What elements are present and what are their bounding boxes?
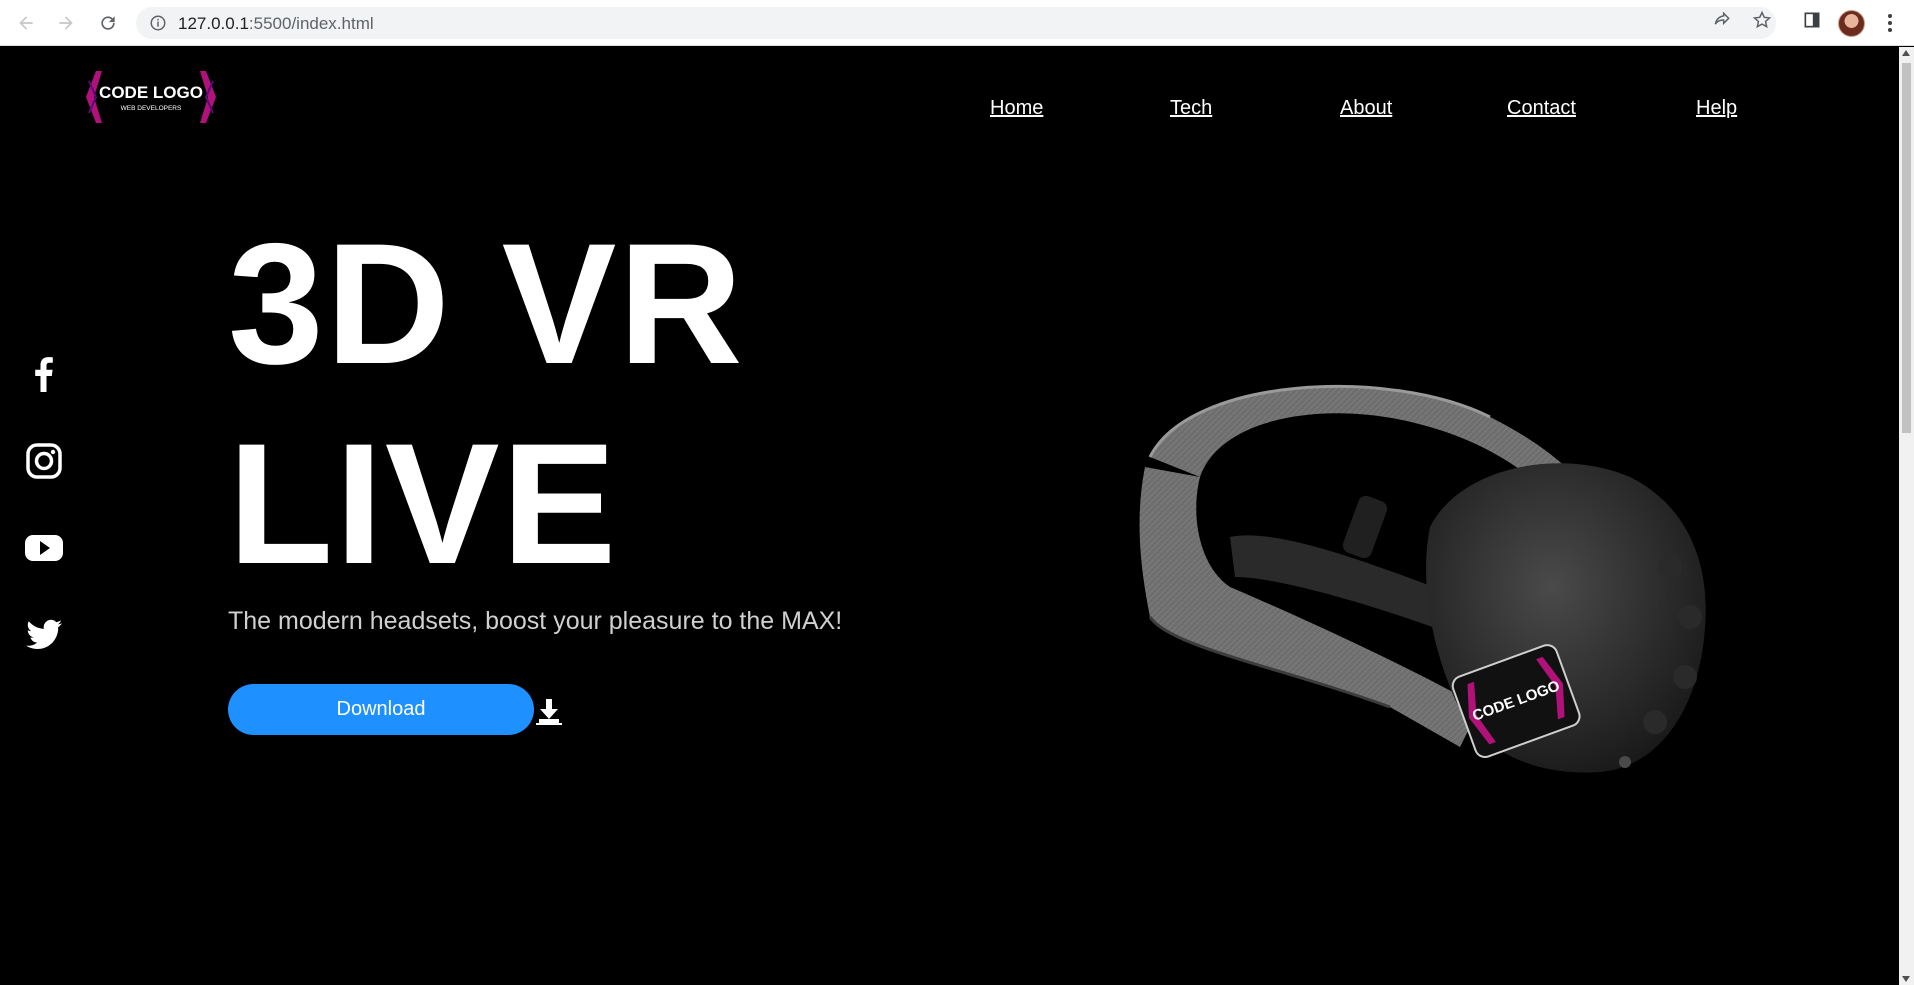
forward-arrow-icon — [59, 16, 73, 30]
scrollbar-thumb[interactable] — [1902, 63, 1911, 433]
reload-icon — [101, 16, 115, 30]
profile-avatar[interactable] — [1838, 10, 1865, 37]
side-panel-icon — [1804, 12, 1820, 28]
main-nav: Home Tech About Contact Help — [0, 97, 1899, 127]
scroll-down-arrow[interactable] — [1902, 976, 1910, 982]
browser-toolbar: 127.0.0.1:5500/index.html — [0, 0, 1914, 46]
hero-title-line-1: 3D VR — [228, 208, 745, 400]
share-button[interactable] — [1712, 10, 1736, 34]
youtube-link[interactable] — [22, 525, 66, 569]
nav-tech[interactable]: Tech — [1170, 97, 1212, 120]
site-info-icon[interactable] — [149, 14, 167, 32]
address-bar[interactable]: 127.0.0.1:5500/index.html — [136, 7, 1776, 39]
url-text: 127.0.0.1:5500/index.html — [178, 14, 374, 34]
url-path: :5500/index.html — [248, 14, 374, 33]
bookmark-button[interactable] — [1752, 10, 1776, 34]
nav-help[interactable]: Help — [1696, 97, 1737, 120]
twitter-icon — [26, 619, 62, 649]
back-arrow-icon — [19, 16, 33, 30]
reload-button[interactable] — [96, 11, 120, 35]
share-icon — [1714, 11, 1730, 26]
forward-button[interactable] — [54, 11, 78, 35]
download-icon[interactable] — [536, 697, 562, 725]
twitter-link[interactable] — [22, 612, 66, 656]
download-button[interactable]: Download — [228, 684, 534, 735]
back-button[interactable] — [14, 11, 38, 35]
nav-contact[interactable]: Contact — [1507, 97, 1576, 120]
nav-home[interactable]: Home — [990, 97, 1043, 120]
instagram-icon — [26, 443, 62, 479]
page-viewport: CODE LOGO WEB DEVELOPERS Home Tech About… — [0, 47, 1899, 985]
hero-subtitle: The modern headsets, boost your pleasure… — [228, 607, 843, 635]
facebook-icon — [35, 357, 53, 392]
hero-title-line-2: LIVE — [228, 408, 619, 600]
page-scrollbar[interactable] — [1899, 47, 1914, 985]
nav-about[interactable]: About — [1340, 97, 1392, 120]
menu-kebab-icon[interactable] — [1884, 11, 1896, 35]
side-panel-button[interactable] — [1802, 10, 1826, 34]
youtube-icon — [25, 535, 63, 561]
facebook-link[interactable] — [22, 352, 66, 396]
instagram-link[interactable] — [22, 439, 66, 483]
vr-headset-image: CODE LOGO — [1139, 385, 1706, 773]
url-host: 127.0.0.1 — [178, 14, 249, 33]
scroll-up-arrow[interactable] — [1902, 50, 1910, 56]
star-icon — [1752, 10, 1772, 29]
